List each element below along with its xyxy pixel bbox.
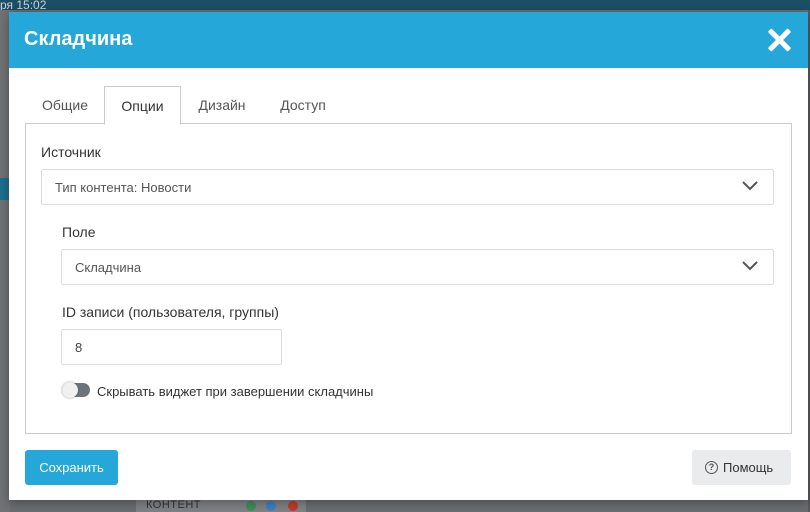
hide-widget-toggle[interactable] xyxy=(62,382,90,398)
field-select[interactable]: Складчина xyxy=(61,249,774,285)
help-button-label: Помощь xyxy=(723,460,774,475)
record-id-label: ID записи (пользователя, группы) xyxy=(62,304,279,320)
record-id-input[interactable]: 8 xyxy=(61,329,282,365)
background-edit-icon xyxy=(266,501,276,511)
source-select[interactable]: Тип контента: Новости xyxy=(41,169,774,205)
question-circle-icon: ? xyxy=(705,461,718,474)
background-topbar: ря 15:02 xyxy=(0,0,810,12)
save-button[interactable]: Сохранить xyxy=(25,450,118,485)
help-button[interactable]: ? Помощь xyxy=(692,450,791,485)
field-select-value: Складчина xyxy=(75,260,142,275)
background-status-icon xyxy=(246,501,256,511)
toggle-knob xyxy=(62,382,78,398)
record-id-value: 8 xyxy=(75,340,83,355)
source-label: Источник xyxy=(41,144,101,160)
tab-bar: Общие Опции Дизайн Доступ xyxy=(26,86,791,125)
tab-general[interactable]: Общие xyxy=(26,86,104,123)
close-icon[interactable] xyxy=(766,27,792,53)
chevron-down-icon xyxy=(742,181,758,191)
tab-design[interactable]: Дизайн xyxy=(183,86,261,123)
tab-access[interactable]: Доступ xyxy=(264,86,342,123)
field-label: Поле xyxy=(62,224,96,240)
options-tab-panel: Источник Тип контента: Новости Поле Скла… xyxy=(25,123,792,434)
hide-widget-label: Скрывать виджет при завершении складчины xyxy=(97,384,374,399)
widget-settings-dialog: Складчина Общие Опции Дизайн Доступ Исто… xyxy=(9,12,808,500)
dialog-header: Складчина xyxy=(9,12,808,68)
background-content-label: КОНТЕНТ xyxy=(146,499,202,511)
tab-options[interactable]: Опции xyxy=(104,86,181,125)
dialog-title: Складчина xyxy=(24,28,133,50)
background-delete-icon xyxy=(288,501,298,511)
source-select-value: Тип контента: Новости xyxy=(55,180,192,195)
chevron-down-icon xyxy=(742,261,758,271)
